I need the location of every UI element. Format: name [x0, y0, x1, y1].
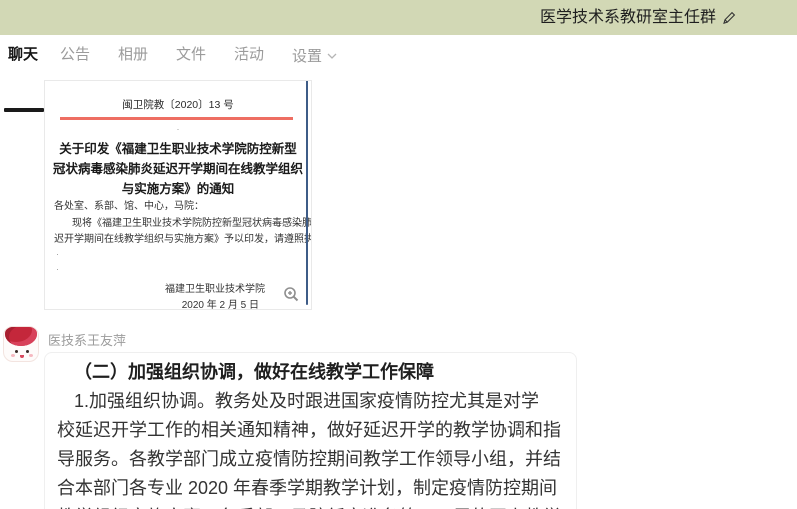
tab-activities[interactable]: 活动: [234, 35, 264, 75]
doc-salutation: 各处室、系部、馆、中心，马院：: [45, 199, 311, 214]
window-title-bar: 医学技术系教研室主任群: [0, 0, 797, 35]
doc-paragraph-mark: ·: [45, 264, 311, 274]
doc-paragraph-mark: ·: [45, 124, 311, 134]
tab-activities-label: 活动: [234, 46, 264, 63]
tab-album-label: 相册: [118, 46, 148, 63]
doc-number: 闽卫院教〔2020〕13 号: [45, 97, 311, 112]
tab-chat-label: 聊天: [8, 46, 38, 63]
avatar-eye: [26, 350, 29, 353]
doc-title-line: 与实施方案》的通知: [45, 179, 311, 199]
doc-page-edge-line: [306, 81, 308, 305]
message-heading: （二）加强组织协调，做好在线教学工作保障: [57, 358, 564, 387]
message-line: 教学组织实施方案，各系部、马院暂定准备第 1-4 周的网上教学: [57, 503, 564, 509]
doc-paragraph-mark: ·: [45, 249, 311, 259]
doc-signature: 福建卫生职业技术学院: [45, 280, 311, 295]
avatar-mouth: [20, 355, 24, 358]
text-message-bubble[interactable]: （二）加强组织协调，做好在线教学工作保障 1.加强组织协调。教务处及时跟进国家疫…: [44, 352, 577, 509]
tab-announcements-label: 公告: [60, 46, 90, 63]
message-line: 合本部门各专业 2020 年春季学期教学计划，制定疫情防控期间: [57, 474, 564, 503]
message-line: 导服务。各教学部门成立疫情防控期间教学工作领导小组，并结: [57, 445, 564, 474]
zoom-in-icon[interactable]: [283, 286, 300, 303]
tab-album[interactable]: 相册: [118, 35, 148, 75]
doc-title-line: 关于印发《福建卫生职业技术学院防控新型: [45, 139, 311, 159]
edit-group-name-icon[interactable]: [721, 10, 737, 26]
message-line: 1.加强组织协调。教务处及时跟进国家疫情防控尤其是对学: [57, 387, 564, 416]
sender-name: 医技系王友萍: [48, 330, 126, 349]
tab-files-label: 文件: [176, 46, 206, 63]
avatar-hat: [5, 326, 37, 346]
chevron-down-icon: [327, 35, 337, 75]
group-title: 医学技术系教研室主任群: [540, 0, 716, 35]
avatar[interactable]: [3, 326, 39, 362]
avatar-cheek: [29, 354, 33, 357]
tab-announcements[interactable]: 公告: [60, 35, 90, 75]
doc-red-rule: [60, 117, 293, 120]
tab-files[interactable]: 文件: [176, 35, 206, 75]
active-tab-underline: [4, 108, 44, 112]
avatar-cheek: [11, 354, 15, 357]
tab-settings-label: 设置: [292, 48, 322, 65]
doc-date: 2020 年 2 月 5 日: [45, 296, 311, 310]
doc-title-line: 冠状病毒感染肺炎延迟开学期间在线教学组织: [45, 159, 311, 179]
tab-chat[interactable]: 聊天: [8, 35, 38, 75]
document-image-message[interactable]: 闽卫院教〔2020〕13 号 · 关于印发《福建卫生职业技术学院防控新型 冠状病…: [44, 80, 312, 310]
chat-window: 医学技术系教研室主任群 聊天 公告 相册 文件 活动 设置 闽卫院教〔2020〕…: [0, 0, 797, 509]
doc-body-line: 迟开学期间在线教学组织与实施方案》予以印发，请遵照执行。: [45, 232, 311, 247]
message-line: 校延迟开学工作的相关通知精神，做好延迟开学的教学协调和指: [57, 416, 564, 445]
group-tab-bar: 聊天 公告 相册 文件 活动 设置: [0, 35, 797, 79]
doc-body-line: 现将《福建卫生职业技术学院防控新型冠状病毒感染肺炎延: [45, 216, 311, 231]
avatar-eye: [15, 350, 18, 353]
tab-settings[interactable]: 设置: [292, 35, 337, 75]
